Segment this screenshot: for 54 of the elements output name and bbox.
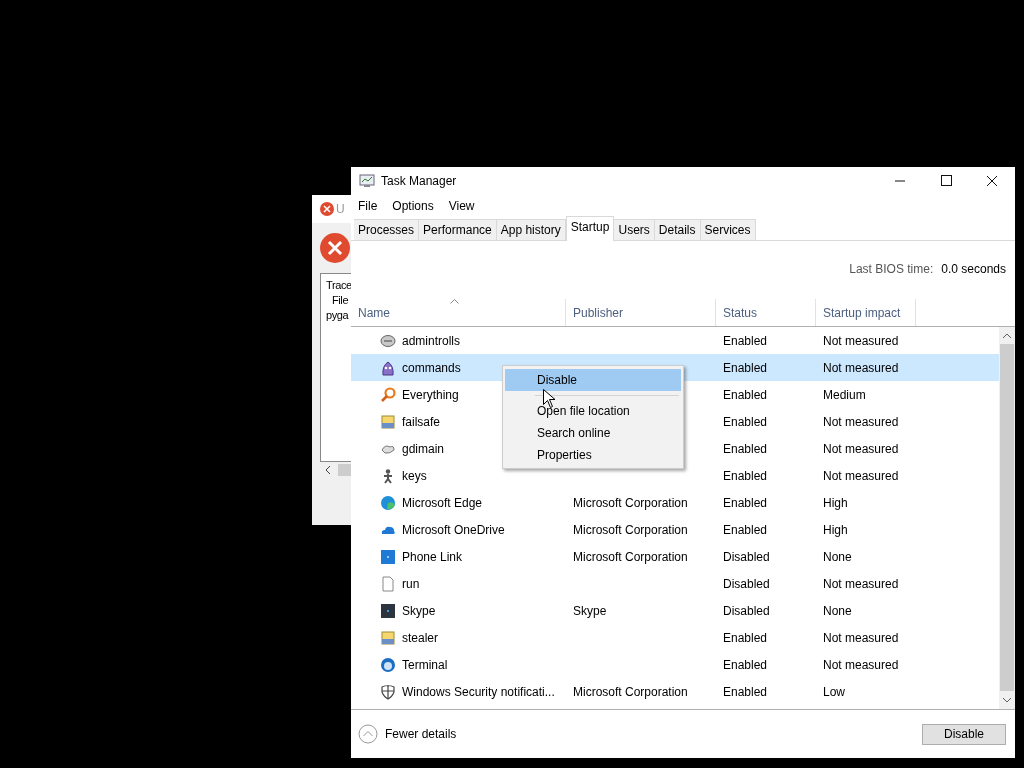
table-cell: stealer bbox=[402, 630, 439, 645]
table-cell: Enabled bbox=[723, 360, 768, 375]
table-cell: Enabled bbox=[723, 333, 768, 348]
table-cell: Medium bbox=[823, 387, 866, 402]
table-cell: Enabled bbox=[723, 495, 768, 510]
table-cell: Not measured bbox=[823, 576, 899, 591]
table-cell: Microsoft Corporation bbox=[573, 549, 688, 564]
traceback-text: Trace bbox=[326, 278, 351, 293]
table-cell: Enabled bbox=[723, 522, 768, 537]
bios-time-label: Last BIOS time: bbox=[849, 262, 934, 276]
table-cell: Not measured bbox=[823, 333, 899, 348]
table-cell: Skype bbox=[573, 603, 607, 618]
table-cell: run bbox=[402, 576, 420, 591]
table-cell: Phone Link bbox=[402, 549, 463, 564]
table-cell: Not measured bbox=[823, 657, 899, 672]
table-cell: High bbox=[823, 495, 848, 510]
table-cell: Microsoft Corporation bbox=[573, 495, 688, 510]
table-cell: Low bbox=[823, 684, 845, 699]
table-cell: Everything bbox=[402, 387, 459, 402]
table-cell: Not measured bbox=[823, 630, 899, 645]
table-cell: Enabled bbox=[723, 657, 768, 672]
window-title: Task Manager bbox=[381, 174, 457, 188]
table-cell: Skype bbox=[402, 603, 436, 618]
table-cell: Enabled bbox=[723, 414, 768, 429]
table-cell: Windows Security notificati... bbox=[402, 684, 555, 699]
table-cell: Terminal bbox=[402, 657, 448, 672]
table-cell: admintrolls bbox=[402, 333, 461, 348]
table-cell: Not measured bbox=[823, 360, 899, 375]
table-cell: Enabled bbox=[723, 387, 768, 402]
table-cell: Enabled bbox=[723, 468, 768, 483]
table-cell: Microsoft Corporation bbox=[573, 684, 688, 699]
traceback-text: File bbox=[331, 293, 350, 308]
bios-time-value: 0.0 seconds bbox=[941, 262, 1006, 276]
table-cell: Not measured bbox=[823, 441, 899, 456]
table-cell: High bbox=[823, 522, 848, 537]
table-cell: Microsoft Corporation bbox=[573, 522, 688, 537]
table-cell: Not measured bbox=[823, 414, 899, 429]
table-cell: keys bbox=[402, 468, 427, 483]
table-cell: Microsoft OneDrive bbox=[402, 522, 505, 537]
table-cell: None bbox=[823, 549, 852, 564]
table-cell: commands bbox=[402, 360, 461, 375]
dialog-title: U bbox=[336, 202, 345, 216]
table-cell: Enabled bbox=[723, 441, 768, 456]
table-cell: gdimain bbox=[402, 441, 445, 456]
traceback-text: pyga bbox=[326, 308, 350, 323]
table-cell: Not measured bbox=[823, 468, 899, 483]
table-cell: None bbox=[823, 603, 852, 618]
table-cell: Disabled bbox=[723, 549, 770, 564]
table-cell: Microsoft Edge bbox=[402, 495, 483, 510]
table-cell: Disabled bbox=[723, 576, 770, 591]
table-cell: Disabled bbox=[723, 603, 770, 618]
table-cell: failsafe bbox=[402, 414, 441, 429]
table-cell: Enabled bbox=[723, 630, 768, 645]
table-cell: Enabled bbox=[723, 684, 768, 699]
